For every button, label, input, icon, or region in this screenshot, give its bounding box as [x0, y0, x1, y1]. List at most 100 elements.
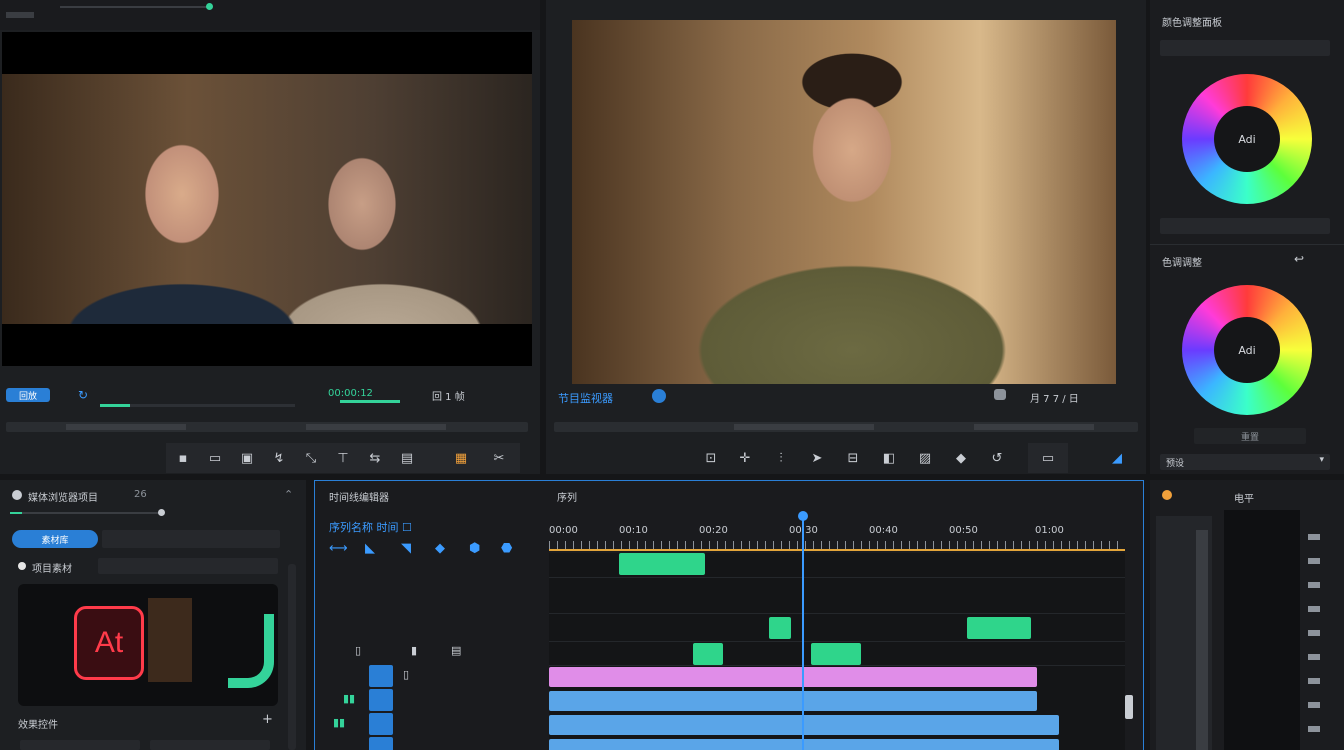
playhead[interactable]	[802, 513, 804, 750]
zoom-icon[interactable]: ⬣	[501, 541, 512, 556]
timeline-clip[interactable]	[619, 553, 705, 575]
snapshot-icon[interactable]: ▨	[910, 443, 940, 473]
media-filter-input[interactable]	[98, 558, 278, 574]
track-header	[315, 737, 547, 750]
program-scrub-bar[interactable]	[554, 422, 1138, 432]
mask-icon[interactable]: ◆	[946, 443, 976, 473]
source-tag[interactable]: 回放	[6, 388, 50, 402]
timeline-scrollbar[interactable]	[1125, 695, 1133, 719]
timeline-clip[interactable]	[549, 667, 1037, 687]
split-icon[interactable]: ⫶	[766, 443, 796, 473]
extract-icon[interactable]: ▣	[232, 443, 262, 473]
tools-icon[interactable]: ✂	[484, 443, 514, 473]
timeline-tools-label: 序列名称 时间 ☐	[329, 521, 412, 534]
color-wheel-highlights-center: Adi	[1214, 317, 1280, 383]
color-wheel-highlights[interactable]: Adi	[1182, 285, 1312, 415]
hand-icon[interactable]: ⬢	[469, 541, 480, 556]
track-toggle[interactable]	[369, 665, 393, 687]
timeline-clip[interactable]	[693, 643, 723, 665]
program-scrub-segment	[974, 424, 1094, 430]
timeline-clip[interactable]	[769, 617, 791, 639]
ripple-icon[interactable]: ⟷	[329, 541, 348, 556]
media-zoom-handle[interactable]	[158, 509, 165, 516]
program-sync-icon[interactable]	[652, 389, 666, 403]
comment-icon[interactable]	[994, 389, 1006, 400]
track-toggle[interactable]	[369, 689, 393, 711]
slip-icon[interactable]: ◥	[401, 541, 411, 556]
render-icon[interactable]: ▦	[446, 443, 476, 473]
audio-fader[interactable]	[1196, 530, 1208, 750]
track-toggle[interactable]	[369, 713, 393, 735]
source-top-slider[interactable]	[60, 6, 210, 8]
program-video-frame[interactable]	[572, 20, 1116, 384]
reset-button[interactable]: 重置	[1194, 428, 1306, 444]
overwrite-icon[interactable]: ⤡	[296, 443, 326, 473]
cursor-icon[interactable]: ➤	[802, 443, 832, 473]
timeline-clip[interactable]	[549, 715, 1059, 735]
settings-icon[interactable]: ◢	[1102, 443, 1132, 473]
ruler-tick-label: 00:40	[869, 525, 898, 536]
color-panel-dropdown[interactable]	[1160, 40, 1330, 56]
audio-meter-panel: 电平	[1150, 480, 1344, 750]
track-toggle[interactable]	[369, 737, 393, 750]
pen-icon[interactable]: ◆	[435, 541, 445, 556]
mark-in-icon[interactable]: ⊤	[328, 443, 358, 473]
move-icon[interactable]: ✛	[730, 443, 760, 473]
timeline-title: 时间线编辑器	[329, 493, 389, 504]
playhead-handle[interactable]	[798, 511, 808, 521]
media-close-icon[interactable]: ⌃	[284, 488, 293, 501]
clip-icon[interactable]: ▪	[168, 443, 198, 473]
track-header: ▮▮	[315, 713, 547, 735]
reset-icon[interactable]: ↩	[1294, 252, 1304, 266]
timeline-clip[interactable]	[967, 617, 1031, 639]
source-top-slider-handle[interactable]	[206, 3, 213, 10]
media-icon	[12, 490, 22, 500]
track-target-icon[interactable]: ▮▮	[343, 692, 355, 705]
timeline-panel: 时间线编辑器 序列 序列名称 时间 ☐ ⟷ ◣ ◥ ◆ ⬢ ⬣ 00:00 00…	[314, 480, 1144, 750]
color-wheel-label: Adi	[1238, 132, 1256, 146]
timeline-ruler[interactable]: 00:00 00:10 00:20 00:30 00:40 00:50 01:0…	[549, 519, 1125, 553]
eye-icon[interactable]: ▮	[411, 644, 417, 657]
timeline-clip[interactable]	[811, 643, 861, 665]
media-footer-field[interactable]	[150, 740, 270, 750]
source-scrub-bar[interactable]	[6, 422, 528, 432]
monitor-icon[interactable]: ▭	[1028, 443, 1068, 473]
razor-icon[interactable]: ◣	[365, 541, 375, 556]
insert-icon[interactable]: ↯	[264, 443, 294, 473]
source-video-frame[interactable]	[2, 32, 532, 366]
color-panel-slider-row[interactable]	[1160, 218, 1330, 234]
color-panel-divider	[1150, 244, 1344, 245]
lock-icon[interactable]: ▯	[355, 644, 361, 657]
frame-icon[interactable]: ⊟	[838, 443, 868, 473]
lift-icon[interactable]: ▭	[200, 443, 230, 473]
timeline-clip[interactable]	[549, 739, 1059, 750]
crop-icon[interactable]: ⊡	[696, 443, 726, 473]
program-monitor-panel: 节目监视器 月 7 7 / 日 ⊡ ✛ ⫶ ➤ ⊟ ◧ ▨ ◆ ↺ ▭ ◢	[546, 0, 1146, 474]
app-logo-text: At	[94, 626, 124, 659]
timeline-clip[interactable]	[549, 691, 1037, 711]
media-footer-field[interactable]	[20, 740, 140, 750]
media-zoom-slider[interactable]	[10, 509, 165, 516]
export-frame-icon[interactable]: ▤	[392, 443, 422, 473]
camera-icon[interactable]: ◧	[874, 443, 904, 473]
mute-icon[interactable]: ▯	[403, 668, 409, 681]
loop-icon[interactable]: ↻	[78, 388, 88, 402]
preset-dropdown-label: 预设	[1166, 459, 1185, 469]
color-wheel-shadows[interactable]: Adi	[1182, 74, 1312, 204]
add-icon[interactable]: +	[262, 712, 273, 727]
target-icon[interactable]: ▤	[451, 644, 461, 657]
source-progress-fill	[100, 404, 130, 407]
reset-button-label: 重置	[1240, 432, 1259, 443]
color-panel: 颜色调整面板 Adi 色调调整 ↩ Adi 重置 预设 ▾	[1150, 0, 1344, 474]
media-thumbnail[interactable]: At	[18, 584, 278, 706]
media-search-input[interactable]	[102, 530, 280, 548]
undo-icon[interactable]: ↺	[982, 443, 1012, 473]
media-scrollbar[interactable]	[288, 564, 296, 750]
track-target-icon[interactable]: ▮▮	[333, 716, 345, 729]
source-progress-track[interactable]	[100, 404, 295, 407]
media-tab-button[interactable]: 素材库	[12, 530, 98, 548]
preset-dropdown[interactable]: 预设 ▾	[1160, 454, 1330, 470]
mark-out-icon[interactable]: ⇆	[360, 443, 390, 473]
speaker-icon[interactable]	[1162, 490, 1172, 500]
source-transport-bar: 回放 ↻ 00:00:12 回 1 帧	[0, 382, 540, 412]
